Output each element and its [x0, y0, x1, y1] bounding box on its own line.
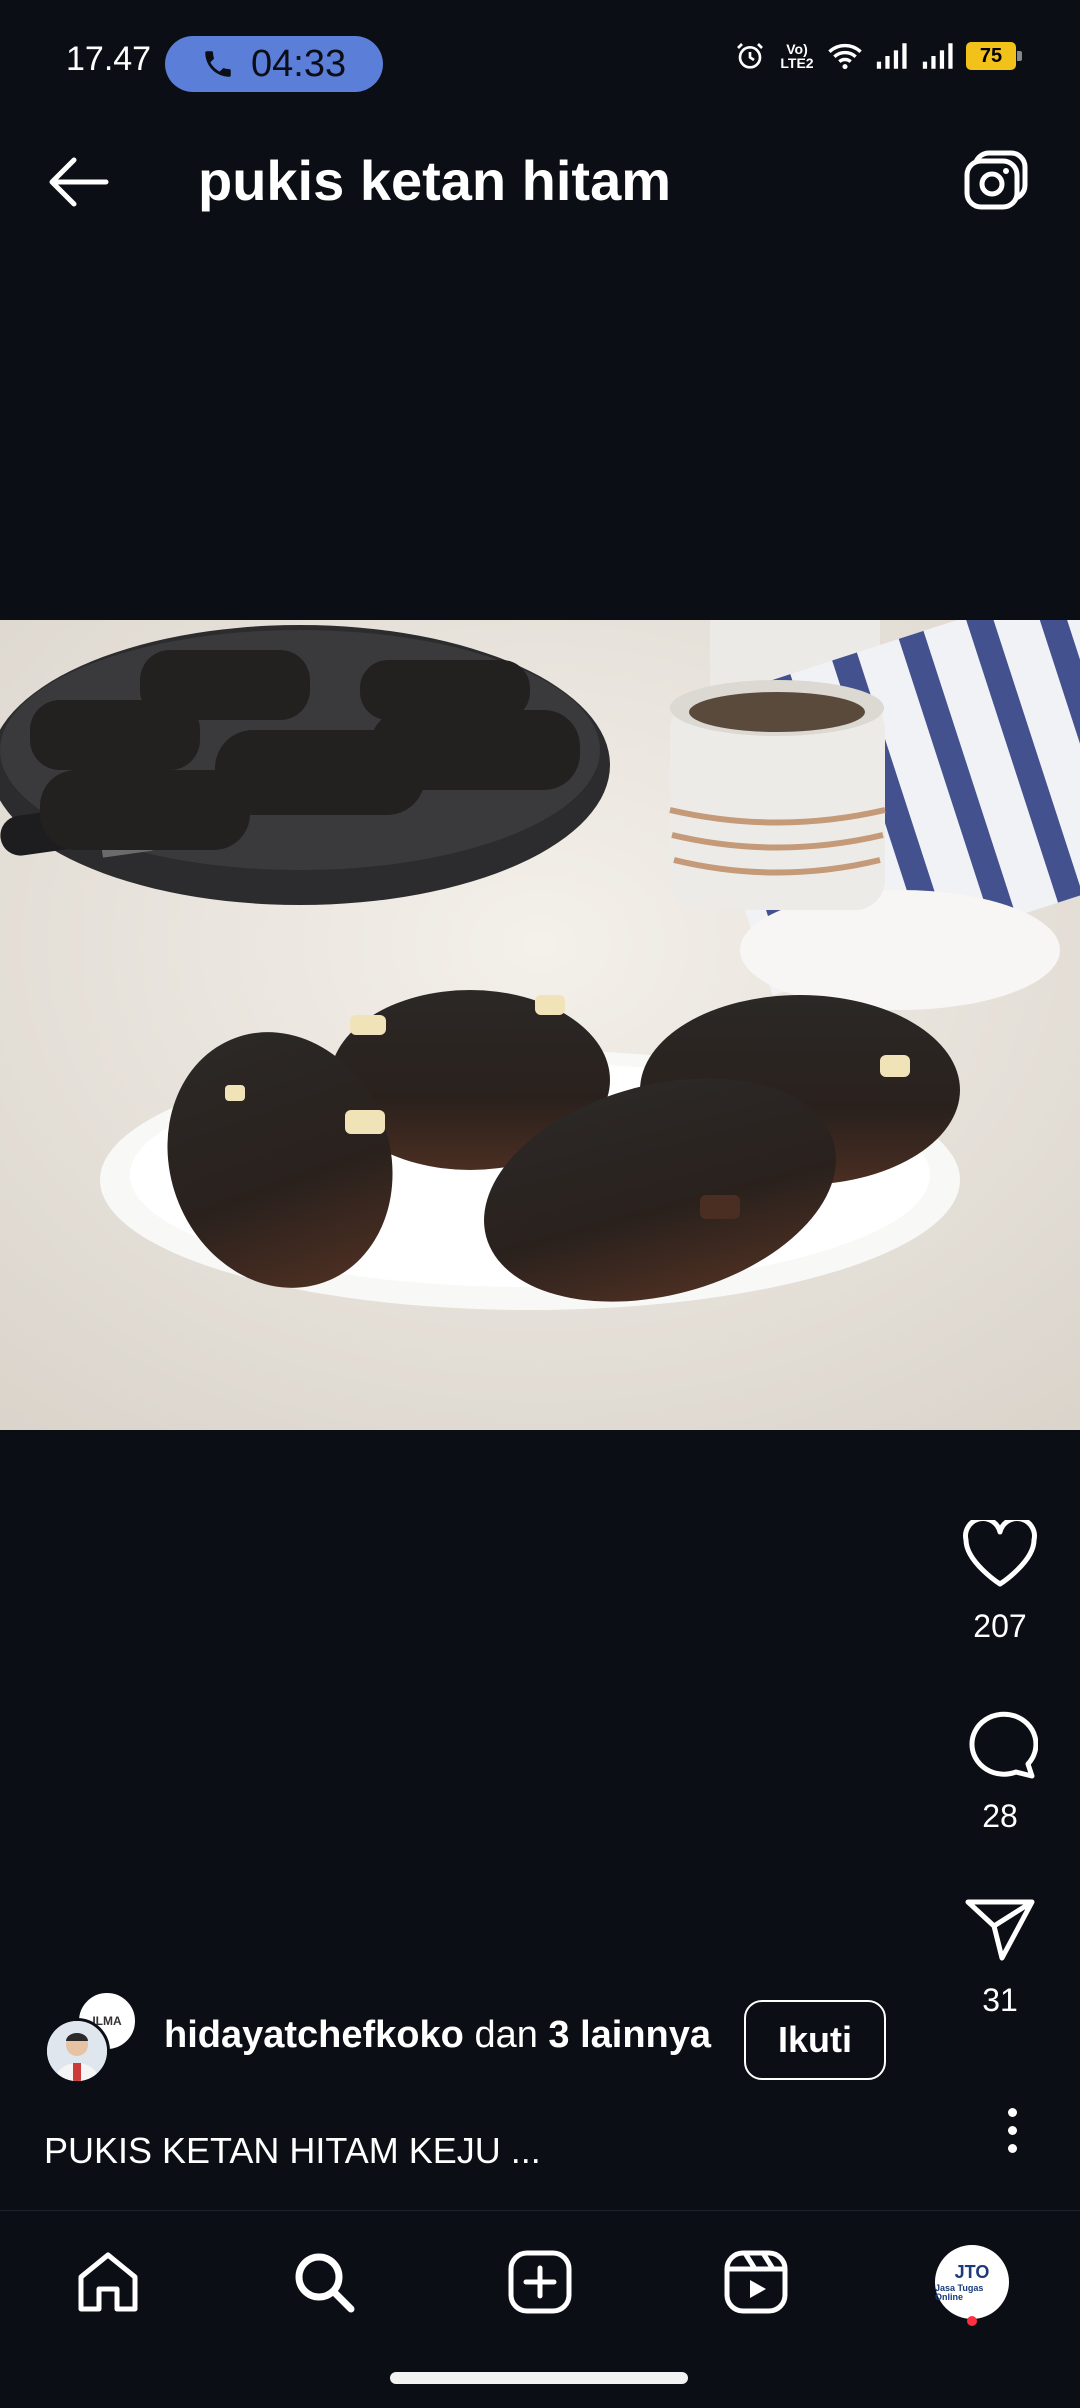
arrow-left-icon	[49, 157, 109, 207]
phone-icon	[205, 51, 231, 77]
share-action[interactable]: 31	[920, 1896, 1080, 2019]
status-icons: Vo) LTE2 75	[734, 40, 1022, 72]
volte-icon: Vo) LTE2	[780, 41, 814, 71]
author-others[interactable]: 3 lainnya	[548, 2014, 711, 2056]
alarm-icon	[737, 43, 763, 69]
more-dot	[1007, 2143, 1017, 2153]
home-indicator[interactable]	[390, 2372, 688, 2384]
follow-button[interactable]: Ikuti	[744, 2000, 886, 2080]
profile-initials: JTO	[954, 2261, 990, 2282]
signal-icon	[922, 43, 953, 69]
nav-reels[interactable]	[711, 2237, 801, 2327]
camera-button[interactable]	[956, 140, 1036, 220]
profile-avatar: JTO Jasa Tugas Online	[935, 2245, 1009, 2319]
heart-icon[interactable]	[962, 1520, 1038, 1590]
nav-search[interactable]	[279, 2237, 369, 2327]
profile-subtext: Jasa Tugas Online	[935, 2282, 984, 2302]
like-action[interactable]: 207	[920, 1520, 1080, 1645]
author-avatar[interactable]	[44, 2018, 110, 2084]
comment-count: 28	[982, 1798, 1018, 1834]
page-title: pukis ketan hitam	[198, 149, 672, 212]
post-actions: 207 28 31	[920, 1520, 1080, 2080]
food-photo	[0, 620, 1080, 1430]
camera-icon	[964, 150, 1028, 210]
status-time: 17.47	[66, 40, 152, 78]
reels-icon	[724, 2250, 788, 2314]
notification-dot	[967, 2316, 977, 2326]
home-icon	[78, 2252, 138, 2312]
send-icon[interactable]	[964, 1896, 1036, 1964]
post-image[interactable]	[0, 620, 1080, 1430]
search-result-header: pukis ketan hitam	[0, 100, 1080, 270]
nav-create[interactable]	[495, 2237, 585, 2327]
author-row: ILMA hidayatchefkoko dan 3 lainnya Ikuti	[44, 1990, 904, 2090]
search-icon	[295, 2253, 355, 2313]
ongoing-call-pill[interactable]: 04:33	[165, 36, 383, 92]
author-username[interactable]: hidayatchefkoko	[164, 2014, 464, 2056]
more-dot	[1007, 2125, 1017, 2135]
back-button[interactable]	[38, 142, 118, 222]
more-options-button[interactable]	[982, 2100, 1042, 2160]
post-caption[interactable]: PUKIS KETAN HITAM KEJU ...	[44, 2130, 541, 2172]
comment-action[interactable]: 28	[920, 1708, 1080, 1835]
author-connector: dan	[474, 2014, 538, 2056]
share-count: 31	[982, 1982, 1018, 2018]
wifi-icon	[828, 43, 862, 70]
author-avatars[interactable]: ILMA	[44, 1990, 144, 2090]
add-post-icon	[508, 2250, 572, 2314]
status-bar: 17.47 04:33 Vo) LTE2 75	[0, 0, 1080, 100]
call-timer: 04:33	[251, 42, 347, 85]
battery-icon: 75	[966, 42, 1022, 70]
nav-home[interactable]	[63, 2237, 153, 2327]
comment-icon[interactable]	[962, 1708, 1038, 1780]
author-names[interactable]: hidayatchefkoko dan 3 lainnya	[164, 2014, 711, 2057]
like-count: 207	[973, 1608, 1027, 1644]
nav-profile[interactable]: JTO Jasa Tugas Online	[927, 2237, 1017, 2327]
more-dot	[1007, 2107, 1017, 2117]
person-icon	[47, 2021, 107, 2081]
signal-icon	[876, 43, 907, 69]
